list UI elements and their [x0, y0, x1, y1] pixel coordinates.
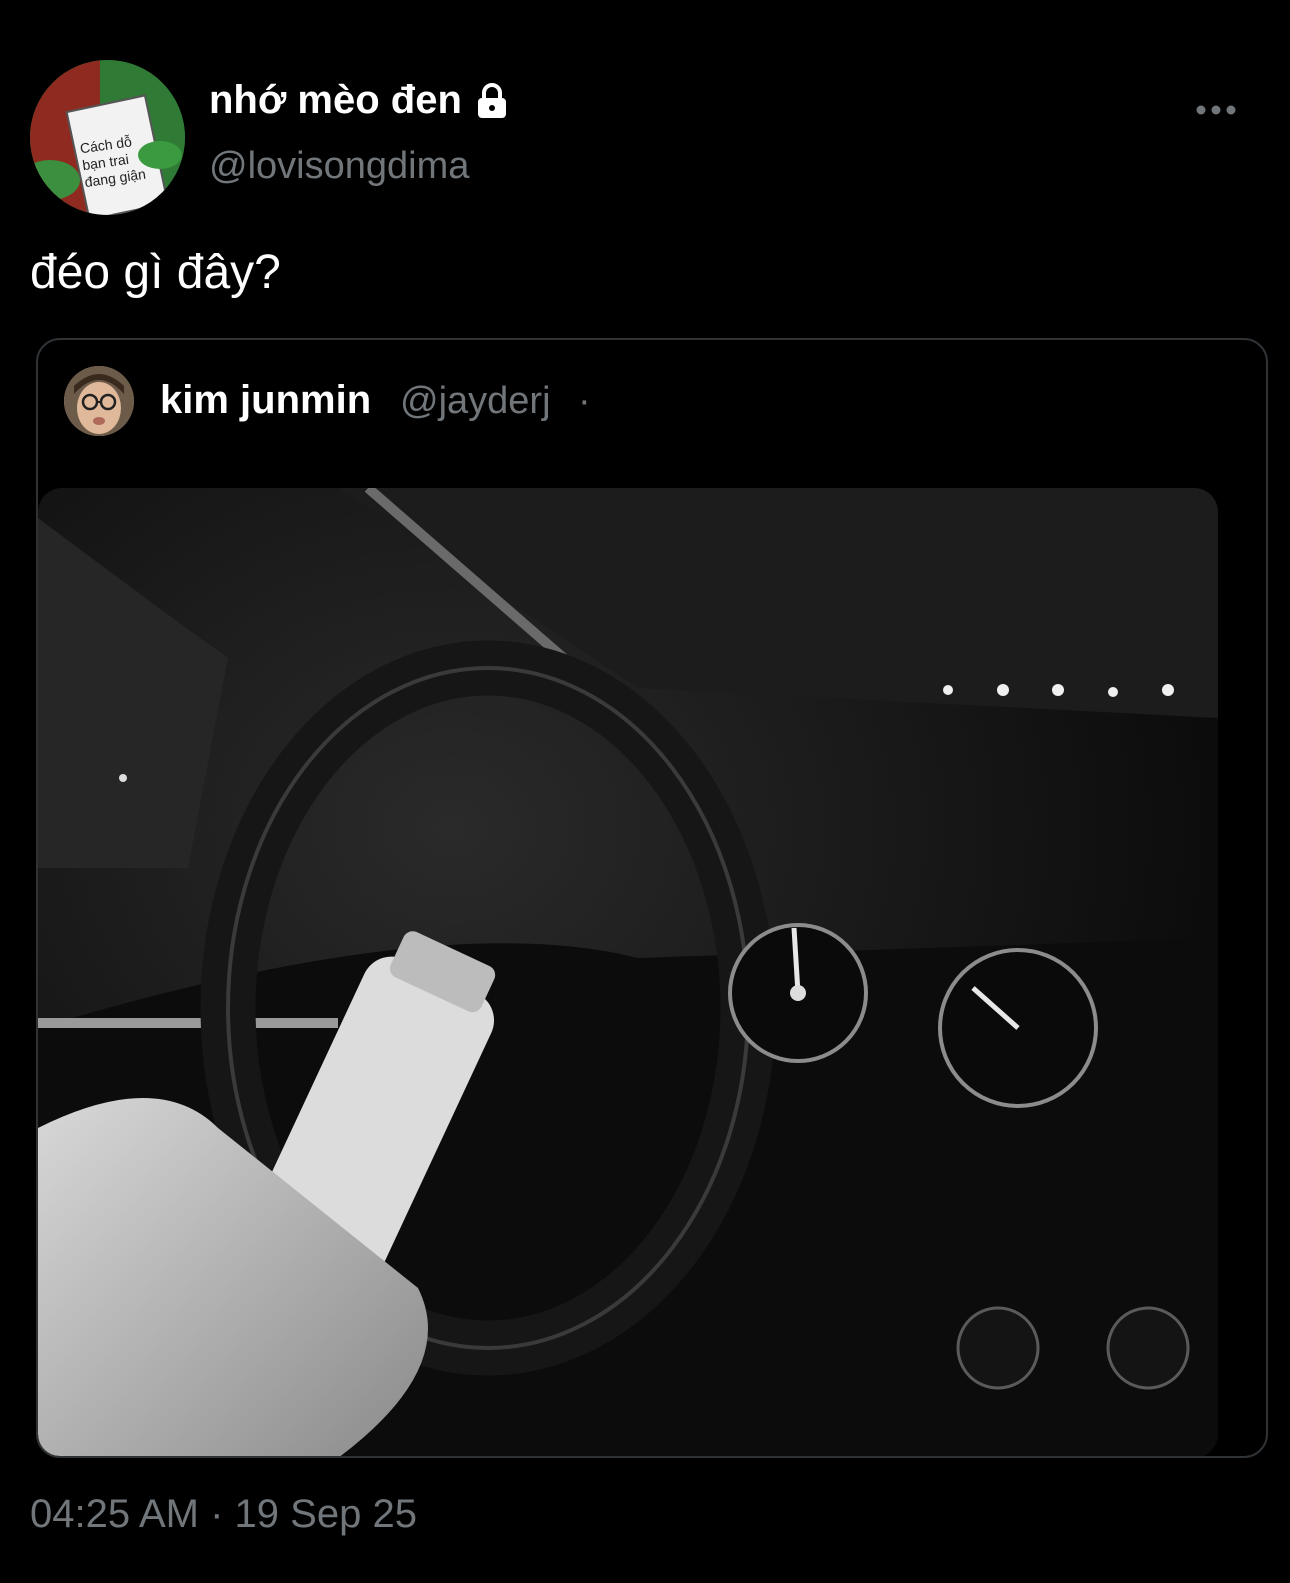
more-options-icon[interactable] — [1194, 100, 1238, 120]
quoted-author-name[interactable]: kim junmin — [160, 378, 371, 423]
author-avatar[interactable]: Cách dỗ bạn trai đang giận — [30, 60, 185, 215]
quoted-tweet-card[interactable]: kim junmin @jayderj · — [36, 338, 1268, 1458]
tweet-timestamp[interactable]: 04:25 AM · 19 Sep 25 — [30, 1492, 417, 1537]
avatar-image: Cách dỗ bạn trai đang giận — [30, 60, 185, 215]
quoted-author-avatar[interactable] — [64, 366, 134, 436]
quoted-separator: · — [578, 380, 591, 422]
author-name-text: nhớ mèo đen — [209, 78, 462, 122]
lock-icon — [477, 82, 506, 118]
author-handle[interactable]: @lovisongdima — [209, 145, 469, 188]
quoted-avatar-image — [64, 366, 134, 436]
tweet-text: đéo gì đây? — [30, 246, 281, 299]
author-display-name[interactable]: nhớ mèo đen — [209, 78, 512, 123]
quoted-author-handle[interactable]: @jayderj — [400, 380, 551, 423]
quoted-media[interactable] — [38, 488, 1218, 1456]
car-interior-image — [38, 488, 1218, 1456]
